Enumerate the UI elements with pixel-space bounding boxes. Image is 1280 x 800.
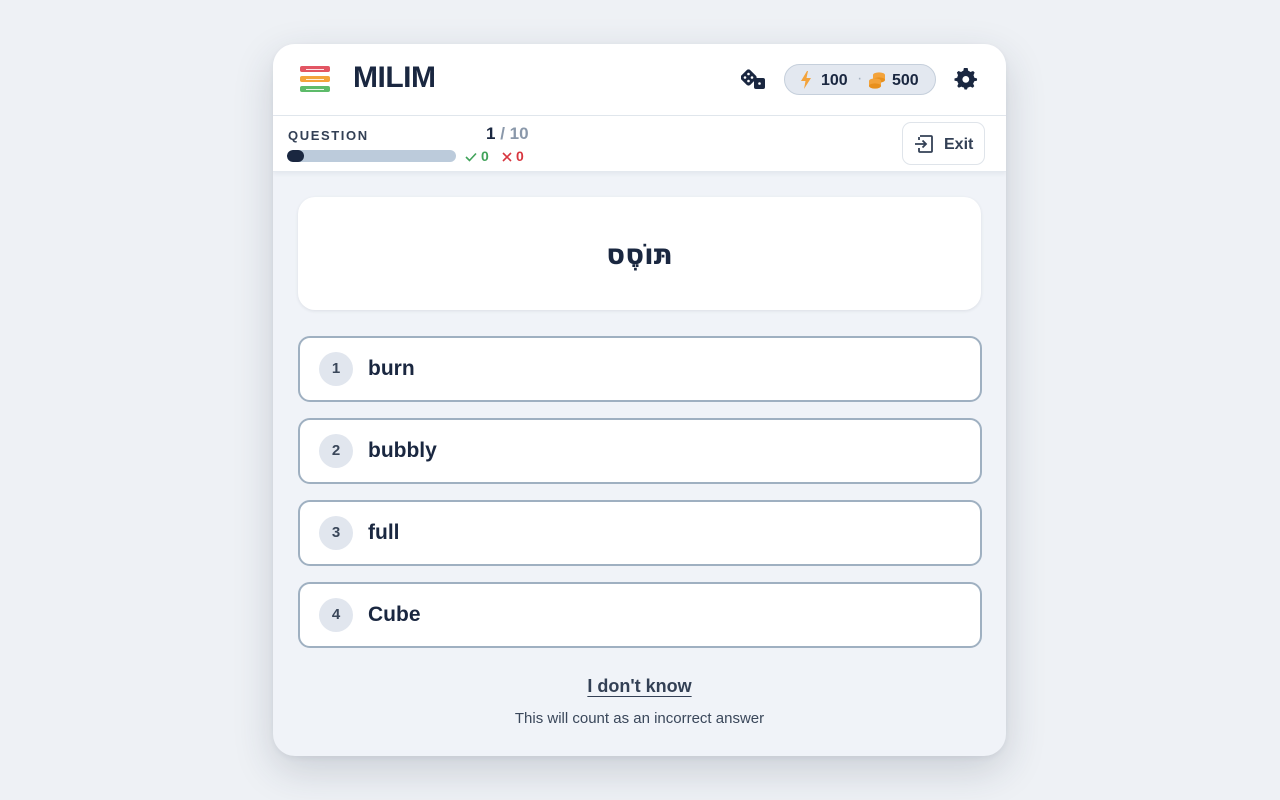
option-number: 2 [319,434,353,468]
quiz-card: MILIM 100 · 500 QUESTION 1 / 10 0 0 Exit… [273,44,1006,756]
dont-know-link[interactable]: I don't know [587,676,691,696]
question-bar: QUESTION 1 / 10 0 0 Exit [273,116,1006,172]
dont-know-container: I don't know [273,676,1006,697]
answer-option-2[interactable]: 2 bubbly [298,418,982,484]
option-number: 3 [319,516,353,550]
energy-count: 100 [821,72,848,89]
coins-icon [869,72,885,89]
exit-label: Exit [944,136,974,153]
option-number: 4 [319,598,353,632]
question-counter: 1 / 10 [486,124,529,144]
dont-know-hint: This will count as an incorrect answer [514,710,765,727]
gear-icon[interactable] [954,67,978,91]
hebrew-word: תּוֹסֶס [606,238,673,271]
app-header: MILIM 100 · 500 [273,44,1006,116]
question-total: / 10 [500,124,529,143]
wrong-count: 0 [516,148,524,164]
dice-icon[interactable] [740,68,767,92]
option-label: Cube [368,603,421,626]
coin-count: 500 [892,72,919,89]
option-label: bubbly [368,439,437,462]
answer-option-4[interactable]: 4 Cube [298,582,982,648]
question-label: QUESTION [288,128,369,143]
exit-button[interactable]: Exit [902,122,985,165]
cross-icon [502,152,512,162]
logo-icon [300,66,330,94]
answer-option-1[interactable]: 1 burn [298,336,982,402]
answer-option-3[interactable]: 3 full [298,500,982,566]
option-label: burn [368,357,415,380]
check-icon [465,152,477,162]
progress-bar [287,150,456,162]
wrong-tally: 0 [502,148,524,164]
option-label: full [368,521,400,544]
option-number: 1 [319,352,353,386]
prompt-card: תּוֹסֶס [298,197,981,310]
correct-tally: 0 [465,148,489,164]
currency-pill: 100 · 500 [784,64,936,95]
exit-icon [915,135,933,153]
question-current: 1 [486,124,496,143]
separator-dot: · [857,70,863,87]
lightning-icon [801,71,811,89]
progress-fill [287,150,304,162]
correct-count: 0 [481,148,489,164]
app-title: MILIM [353,61,436,94]
